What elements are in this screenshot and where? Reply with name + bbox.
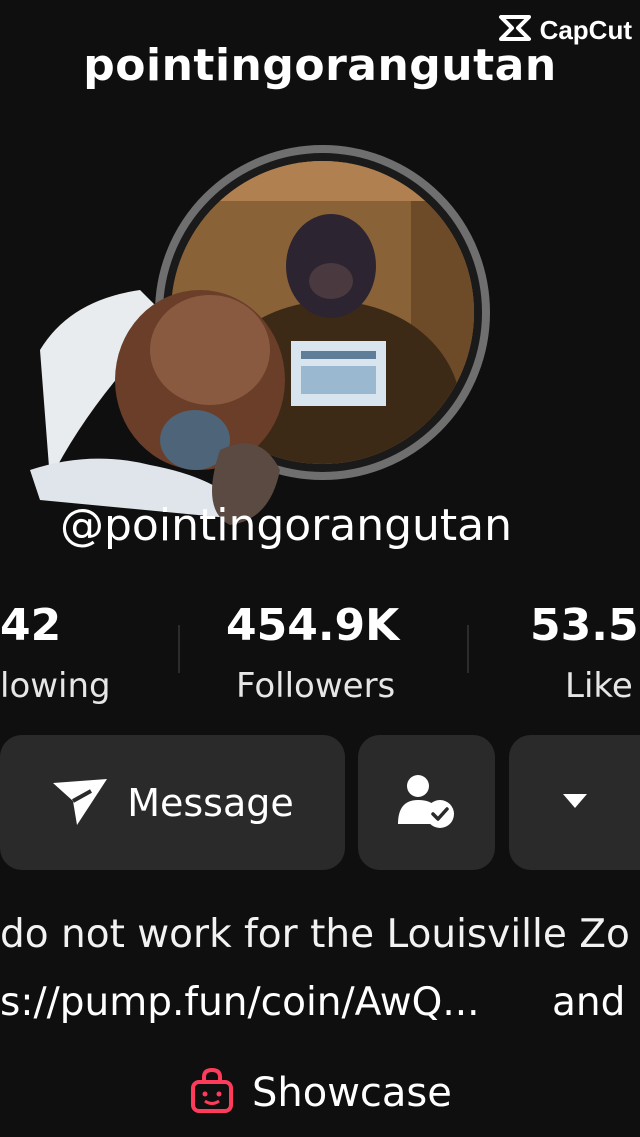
bio-link[interactable]: s://pump.fun/coin/AwQ... [0,980,480,1025]
bio-text: do not work for the Louisville Zo [0,912,630,957]
shopping-bag-icon [190,1067,234,1118]
following-label: lowing [0,666,111,706]
followers-count[interactable]: 454.9K [226,600,399,651]
profile-handle: @pointingorangutan [60,500,513,551]
likes-count[interactable]: 53.5 [530,600,639,651]
showcase-link[interactable]: Showcase [190,1067,452,1118]
message-button[interactable]: Message [0,735,345,870]
likes-label: Like [565,666,633,706]
followers-label: Followers [236,666,396,706]
more-options-button[interactable] [509,735,640,870]
stat-divider [178,625,180,673]
user-check-icon [396,772,458,834]
following-count[interactable]: 42 [0,600,61,651]
showcase-label: Showcase [252,1070,452,1116]
bio-link-suffix[interactable]: and [552,980,625,1025]
send-arrow-icon [51,775,109,831]
friends-button[interactable] [358,735,495,870]
message-label: Message [127,780,294,825]
triangle-down-icon [561,792,589,814]
page-title: pointingorangutan [83,40,557,91]
stat-divider [467,625,469,673]
